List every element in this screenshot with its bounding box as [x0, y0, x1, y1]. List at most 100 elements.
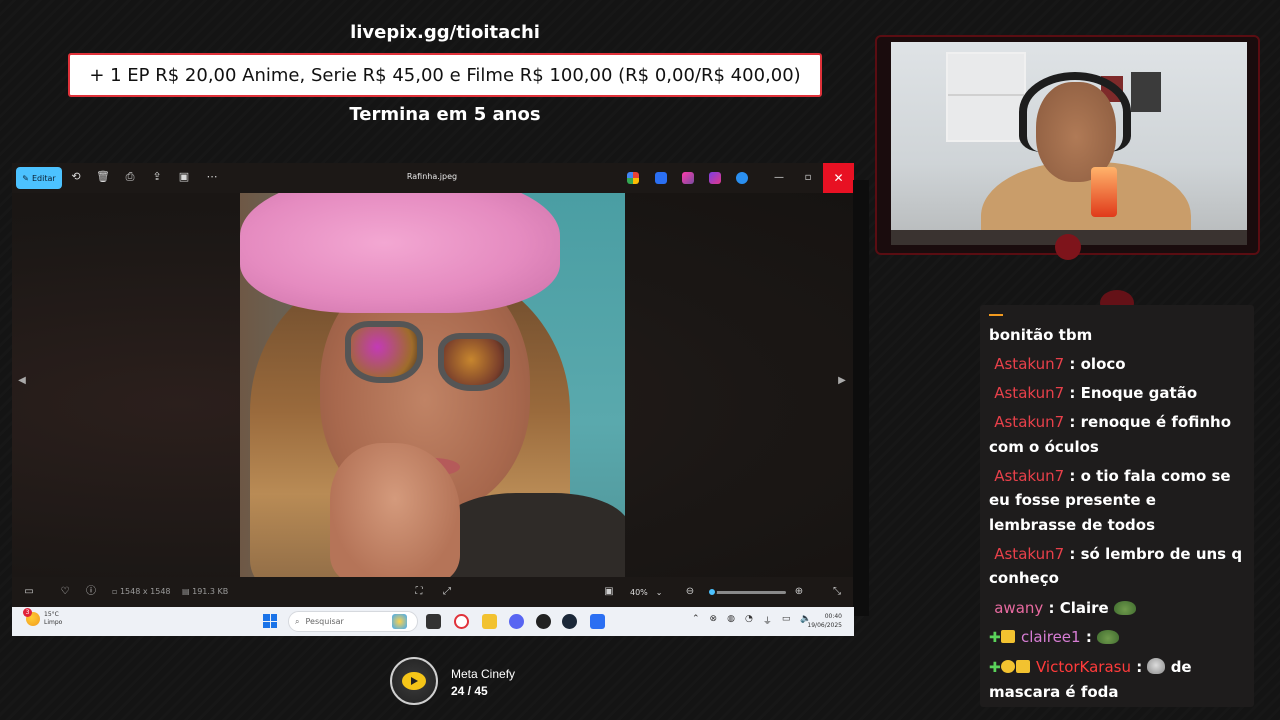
- photo-viewer-statusbar: ▭ ♡ ⓘ ▫ 1548 x 1548 ▤ 191.3 KB ⛶ ⤢ ▣ 40%…: [12, 577, 854, 607]
- search-placeholder: Pesquisar: [305, 617, 344, 626]
- crop-fit-icon[interactable]: ⛶: [412, 585, 426, 599]
- task-view-icon[interactable]: [426, 614, 441, 629]
- cinefy-title: Meta Cinefy: [451, 667, 516, 681]
- pepe-emote-icon: [1097, 629, 1120, 644]
- print-icon[interactable]: ⎙: [123, 170, 137, 184]
- image-canvas[interactable]: ◀ ▶: [12, 193, 854, 577]
- slideshow-icon[interactable]: ▣: [177, 170, 191, 184]
- cinefy-play-icon: [402, 672, 426, 690]
- steam-icon[interactable]: [562, 614, 577, 629]
- chat-username[interactable]: Astakun7: [994, 467, 1064, 485]
- chevron-down-icon: ⌄: [655, 587, 663, 597]
- zoom-percent: 40%: [630, 587, 648, 597]
- webcam-feed: [891, 42, 1247, 245]
- tray-app-icon-3[interactable]: ◔: [745, 614, 753, 627]
- next-image-icon[interactable]: ▶: [836, 375, 848, 391]
- crown-badge-icon: [1000, 629, 1015, 643]
- zoom-slider[interactable]: [707, 587, 786, 597]
- close-button[interactable]: ✕: [823, 163, 854, 193]
- tray-app-icon-2[interactable]: ◍: [727, 614, 735, 627]
- share-icon[interactable]: ⇪: [150, 170, 164, 184]
- file-size-value: 191.3 KB: [192, 587, 229, 596]
- chat-username[interactable]: Astakun7: [994, 545, 1064, 563]
- actual-size-icon[interactable]: ▣: [602, 585, 616, 599]
- favorite-heart-icon[interactable]: ♡: [58, 585, 72, 599]
- chat-username[interactable]: Astakun7: [994, 384, 1064, 402]
- chat-username[interactable]: Astakun7: [994, 355, 1064, 373]
- crown-badge-icon: [1015, 659, 1030, 673]
- chevron-up-icon[interactable]: ⌃: [692, 614, 700, 627]
- obs-icon[interactable]: [536, 614, 551, 629]
- onedrive-icon[interactable]: [736, 172, 748, 184]
- opera-icon[interactable]: [454, 614, 469, 629]
- maximize-icon[interactable]: ▫: [799, 169, 817, 187]
- cinefy-count: 24 / 45: [451, 684, 488, 698]
- discord-icon[interactable]: [509, 614, 524, 629]
- chat-message: Astakun7 : só lembro de uns q conheço: [989, 544, 1243, 588]
- dimensions-icon: ▫: [112, 587, 120, 596]
- chat-message: ✚ clairee1 :: [989, 625, 1247, 651]
- zoom-in-icon[interactable]: ⊕: [792, 585, 806, 599]
- window-title: Rafinha.jpeg: [406, 172, 458, 181]
- photos-taskbar-icon[interactable]: [590, 614, 605, 629]
- widget-icon[interactable]: [392, 614, 407, 629]
- rotate-icon[interactable]: ⟲: [69, 170, 83, 184]
- chat-username[interactable]: VictorKarasu: [1036, 658, 1131, 676]
- moderator-badge-icon: ✚: [989, 659, 1001, 676]
- cinefy-badge: [390, 657, 438, 705]
- donation-goal-box: + 1 EP R$ 20,00 Anime, Serie R$ 45,00 e …: [68, 53, 822, 97]
- more-icon[interactable]: ⋯: [205, 170, 219, 184]
- clipchamp-app-icon[interactable]: [709, 172, 721, 184]
- chat-username[interactable]: Astakun7: [994, 413, 1064, 431]
- photo-viewer-window: ✎ Editar ⟲ 🗑 ⎙ ⇪ ▣ ⋯ Rafinha.jpeg — ▫ ✕ …: [12, 163, 854, 607]
- search-icon: ⌕: [295, 616, 300, 626]
- zoom-out-icon[interactable]: ⊖: [683, 585, 697, 599]
- chat-text: Claire: [1059, 598, 1109, 617]
- filmstrip-icon[interactable]: ▭: [22, 585, 36, 599]
- dimensions-value: 1548 x 1548: [119, 587, 171, 596]
- system-tray: ⌃ ⊗ ◍ ◔ ⏚ ▭ 🔈: [692, 614, 812, 627]
- photos-app-icon[interactable]: [627, 172, 639, 184]
- designer-app-icon[interactable]: [682, 172, 694, 184]
- chat-username[interactable]: clairee1: [1021, 628, 1081, 646]
- photo-viewer-toolbar: ✎ Editar ⟲ 🗑 ⎙ ⇪ ▣ ⋯ Rafinha.jpeg — ▫ ✕: [12, 163, 854, 193]
- window-edge-strip: [853, 180, 869, 616]
- weather-badge: 3: [23, 608, 32, 617]
- chat-message: Astakun7 : oloco: [994, 355, 1126, 374]
- delete-icon[interactable]: 🗑: [96, 170, 110, 184]
- edit-app-icon[interactable]: [655, 172, 667, 184]
- fullscreen-fit-icon[interactable]: ⤢: [440, 585, 454, 599]
- clock-time: 00:40: [824, 613, 842, 620]
- windows-start-icon[interactable]: [263, 614, 277, 628]
- weather-desc: Limpo: [44, 619, 63, 626]
- chat-message: Astakun7 : Enoque gatão: [994, 384, 1198, 403]
- file-explorer-icon[interactable]: [482, 614, 497, 629]
- pepe-emote-icon: [1113, 600, 1136, 615]
- selfie-photo: [240, 193, 625, 577]
- file-size-icon: ▤: [182, 587, 193, 596]
- donation-goal-text: + 1 EP R$ 20,00 Anime, Serie R$ 45,00 e …: [89, 64, 801, 86]
- chat-text: Enoque gatão: [1080, 384, 1198, 403]
- zoom-slider-thumb[interactable]: [707, 587, 717, 597]
- display-icon[interactable]: ▭: [782, 614, 791, 627]
- close-icon: ✕: [833, 171, 844, 185]
- sun-icon: 3: [23, 608, 40, 626]
- clock-date: 19/06/2025: [807, 622, 842, 629]
- edit-button[interactable]: ✎ Editar: [16, 167, 62, 189]
- chat-message: awany : Claire: [989, 596, 1247, 621]
- chat-username[interactable]: awany: [994, 599, 1043, 617]
- sub-badge-icon: [1000, 659, 1015, 673]
- minimize-icon[interactable]: —: [770, 169, 788, 187]
- taskbar-clock[interactable]: 00:40 19/06/2025: [798, 612, 842, 630]
- previous-image-icon[interactable]: ◀: [16, 375, 28, 391]
- zoom-dropdown[interactable]: 40% ⌄: [624, 583, 672, 601]
- tray-app-icon[interactable]: ⊗: [710, 614, 718, 627]
- clan-emblem-icon: [1055, 234, 1081, 260]
- livepix-url: livepix.gg/tioitachi: [350, 22, 540, 43]
- chat-message: Astakun7 : renoque é fofinho com o óculo…: [989, 413, 1231, 456]
- expand-icon[interactable]: ⤡: [830, 585, 844, 599]
- weather-widget[interactable]: 3 15°C Limpo: [23, 608, 63, 627]
- info-icon[interactable]: ⓘ: [84, 585, 98, 599]
- usb-icon[interactable]: ⏚: [763, 614, 772, 627]
- image-dimensions: ▫ 1548 x 1548: [112, 587, 171, 596]
